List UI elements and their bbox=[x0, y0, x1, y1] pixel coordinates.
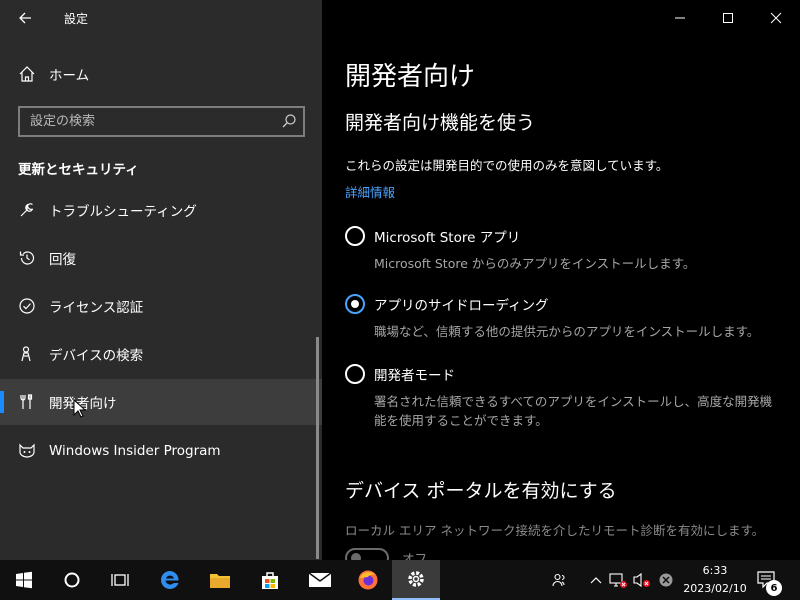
sidebar-scrollbar[interactable] bbox=[316, 337, 319, 559]
mouse-cursor-icon bbox=[73, 399, 87, 418]
check-circle-icon bbox=[17, 296, 37, 316]
store-icon bbox=[262, 572, 278, 589]
file-explorer-taskbar-button[interactable] bbox=[196, 560, 244, 600]
back-arrow-icon bbox=[19, 12, 31, 24]
blocked-status-icon bbox=[659, 573, 673, 587]
sidebar-item-label: ホーム bbox=[49, 68, 90, 84]
radio-label: Microsoft Store アプリ bbox=[374, 230, 521, 246]
page-title: 開発者向け bbox=[345, 62, 476, 92]
task-view-icon bbox=[111, 574, 129, 586]
store-taskbar-button[interactable] bbox=[246, 560, 294, 600]
firefox-taskbar-button[interactable] bbox=[344, 560, 392, 600]
content-pane: 開発者向け 開発者向け機能を使う これらの設定は開発目的での使用のみを意図してい… bbox=[322, 0, 800, 560]
close-icon bbox=[770, 12, 782, 24]
radio-description: 署名された信頼できるすべてのアプリをインストールし、高度な開発機能を使用すること… bbox=[374, 394, 773, 428]
person-location-icon bbox=[17, 344, 37, 364]
developer-tools-icon bbox=[17, 392, 37, 412]
taskbar-clock[interactable]: 6:33 2023/02/10 bbox=[680, 562, 750, 598]
wrench-icon bbox=[17, 200, 37, 220]
status-tray-button[interactable] bbox=[656, 570, 676, 590]
close-button[interactable] bbox=[752, 0, 800, 36]
people-icon bbox=[552, 573, 565, 587]
task-view-button[interactable] bbox=[96, 560, 144, 600]
sidebar-item-for-developers[interactable]: 開発者向け bbox=[0, 379, 322, 425]
mail-taskbar-button[interactable] bbox=[296, 560, 344, 600]
section-description: これらの設定は開発目的での使用のみを意図しています。 bbox=[345, 158, 669, 173]
edge-icon bbox=[161, 571, 179, 589]
radio-option-developer-mode[interactable]: 開発者モード bbox=[345, 364, 455, 384]
sidebar-item-label: 回復 bbox=[49, 252, 76, 268]
sidebar-item-troubleshoot[interactable]: トラブルシューティング bbox=[0, 187, 322, 233]
more-info-link[interactable]: 詳細情報 bbox=[345, 182, 395, 201]
network-tray-button[interactable] bbox=[608, 570, 628, 590]
section-heading: 更新とセキュリティ bbox=[18, 162, 139, 178]
settings-taskbar-button[interactable] bbox=[392, 560, 440, 600]
device-portal-description: ローカル エリア ネットワーク接続を介したリモート診断を有効にします。 bbox=[345, 523, 765, 538]
clock-time: 6:33 bbox=[702, 564, 728, 577]
radio-option-store-apps[interactable]: Microsoft Store アプリ bbox=[345, 226, 520, 246]
start-icon bbox=[16, 571, 32, 589]
edge-taskbar-button[interactable] bbox=[146, 560, 194, 600]
home-icon bbox=[17, 64, 37, 84]
radio-description: Microsoft Store からのみアプリをインストールします。 bbox=[374, 256, 696, 271]
volume-tray-button[interactable] bbox=[632, 570, 652, 590]
section-subheading: 開発者向け機能を使う bbox=[345, 112, 536, 134]
radio-button[interactable] bbox=[345, 226, 365, 246]
maximize-icon bbox=[723, 13, 733, 23]
mail-icon bbox=[308, 572, 332, 587]
sidebar-item-recovery[interactable]: 回復 bbox=[0, 235, 322, 281]
cortana-button[interactable] bbox=[48, 560, 96, 600]
search-input[interactable] bbox=[20, 108, 270, 135]
radio-label: アプリのサイドローディング bbox=[374, 298, 549, 314]
taskbar: 6:33 2023/02/10 bbox=[0, 560, 800, 600]
sidebar-item-label: Windows Insider Program bbox=[49, 443, 221, 459]
file-explorer-icon bbox=[210, 574, 230, 588]
notification-count-badge: 6 bbox=[766, 580, 782, 596]
radio-option-sideload[interactable]: アプリのサイドローディング bbox=[345, 294, 549, 314]
sidebar-item-find-device[interactable]: デバイスの検索 bbox=[0, 331, 322, 377]
sidebar-item-windows-insider[interactable]: Windows Insider Program bbox=[0, 428, 322, 474]
title-bar: 設定 bbox=[0, 0, 322, 36]
radio-description: 職場など、信頼する他の提供元からのアプリをインストールします。 bbox=[374, 324, 760, 339]
chevron-up-icon bbox=[590, 577, 602, 584]
app-title: 設定 bbox=[64, 12, 89, 26]
network-disconnected-icon bbox=[609, 573, 627, 588]
minimize-button[interactable] bbox=[656, 0, 704, 36]
sidebar-item-home[interactable]: ホーム bbox=[0, 51, 322, 97]
device-portal-toggle[interactable] bbox=[345, 548, 389, 560]
search-icon[interactable] bbox=[281, 113, 297, 129]
toggle-state-label: オフ bbox=[402, 551, 428, 560]
active-indicator bbox=[0, 391, 4, 413]
settings-search-box[interactable] bbox=[18, 106, 305, 137]
cortana-icon bbox=[64, 572, 80, 588]
volume-muted-icon bbox=[633, 572, 650, 588]
people-tray-button[interactable] bbox=[550, 570, 570, 590]
sidebar-item-label: トラブルシューティング bbox=[49, 204, 197, 220]
device-portal-heading: デバイス ポータルを有効にする bbox=[345, 480, 617, 502]
show-hidden-icons-button[interactable] bbox=[586, 570, 606, 590]
start-button[interactable] bbox=[0, 560, 48, 600]
radio-button-selected[interactable] bbox=[345, 294, 365, 314]
minimize-icon bbox=[675, 17, 685, 19]
settings-sidebar: 設定 ホーム 更新とセキュリティ トラブルシューティング 回復 ライセンス認証 bbox=[0, 0, 322, 560]
sidebar-item-label: デバイスの検索 bbox=[49, 348, 144, 364]
insider-cat-icon bbox=[17, 441, 37, 461]
maximize-button[interactable] bbox=[704, 0, 752, 36]
recovery-icon bbox=[17, 248, 37, 268]
settings-icon bbox=[408, 571, 424, 587]
radio-label: 開発者モード bbox=[374, 368, 455, 384]
radio-button[interactable] bbox=[345, 364, 365, 384]
firefox-icon bbox=[358, 570, 378, 590]
window-controls bbox=[656, 0, 800, 36]
sidebar-item-label: ライセンス認証 bbox=[49, 300, 144, 316]
back-button[interactable] bbox=[10, 6, 40, 30]
clock-date: 2023/02/10 bbox=[683, 582, 747, 595]
sidebar-item-activation[interactable]: ライセンス認証 bbox=[0, 283, 322, 329]
